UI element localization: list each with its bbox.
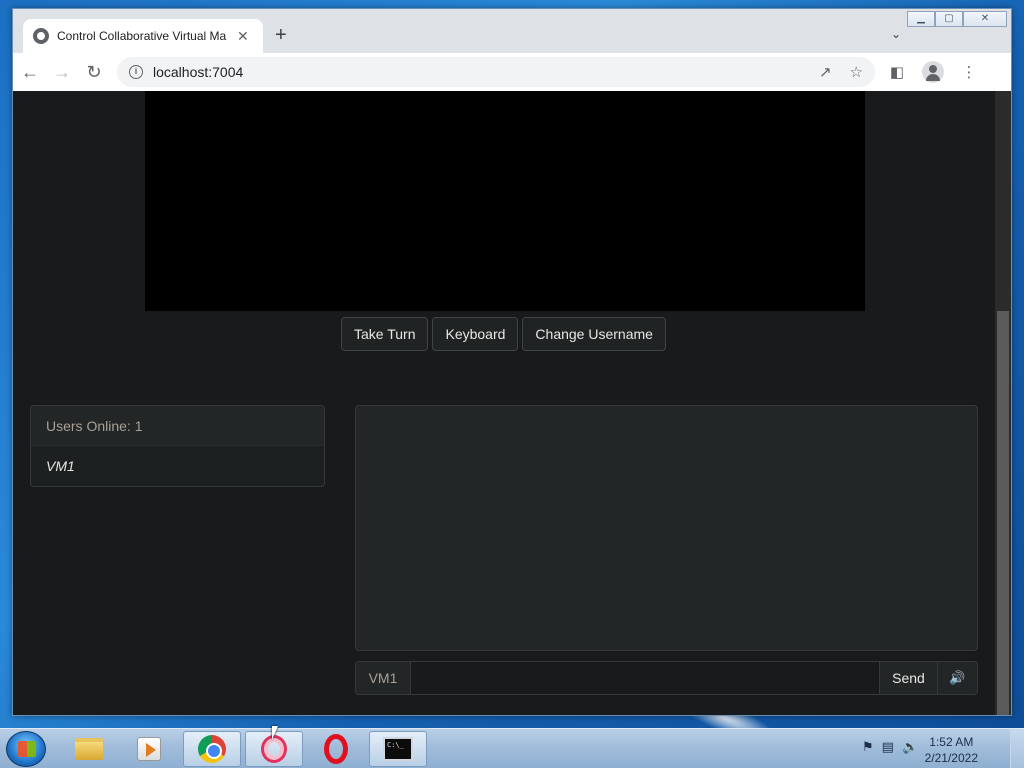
send-button[interactable]: Send [879,662,937,694]
network-icon[interactable]: ▤ [882,739,894,755]
share-icon[interactable]: ↗ [819,63,832,81]
minimize-button[interactable]: ▁ [907,11,935,27]
sidepanel-icon[interactable]: ◧ [883,58,911,86]
chat-input-row: VM1 Send 🔊 [355,661,978,695]
user-list-item[interactable]: VM1 [31,446,324,486]
tab-title: Control Collaborative Virtual Ma [57,29,227,43]
users-online-header: Users Online: 1 [31,406,324,446]
change-username-button[interactable]: Change Username [522,317,666,351]
action-center-icon[interactable]: ⚑ [862,739,874,755]
start-button[interactable] [6,731,46,767]
star-icon[interactable]: ☆ [850,63,863,81]
close-window-button[interactable]: ✕ [963,11,1007,27]
clock-date: 2/21/2022 [924,751,978,765]
chevron-down-icon[interactable]: ⌄ [891,27,901,41]
taskbar: ⚑ ▤ 🔈 1:52 AM 2/21/2022 [0,728,1024,768]
page-scrollbar[interactable] [995,91,1011,715]
new-tab-button[interactable]: + [275,25,287,45]
volume-icon[interactable]: 🔈 [902,739,918,755]
mouse-cursor [272,726,278,740]
globe-icon [33,28,49,44]
take-turn-button[interactable]: Take Turn [341,317,429,351]
scrollbar-thumb[interactable] [997,311,1009,715]
close-tab-icon[interactable]: ✕ [237,28,249,45]
explorer-taskbar-button[interactable] [60,731,118,767]
chat-input[interactable] [411,662,879,694]
clock[interactable]: 1:52 AM 2/21/2022 [925,734,978,766]
profile-icon[interactable] [919,58,947,86]
tab-active[interactable]: Control Collaborative Virtual Ma ✕ [23,19,263,53]
vm-control-buttons: Take Turn Keyboard Change Username [341,317,666,351]
forward-icon[interactable]: → [47,57,77,87]
cmd-taskbar-button[interactable] [369,731,427,767]
media-player-icon [137,737,161,761]
media-player-taskbar-button[interactable] [120,731,178,767]
folder-icon [75,738,103,760]
opera-icon [324,734,348,764]
chat-messages[interactable] [355,405,978,651]
restore-button[interactable]: ▢ [935,11,963,27]
back-icon[interactable]: ← [15,57,45,87]
system-tray: ⚑ ▤ 🔈 [862,739,918,755]
info-icon[interactable]: i [129,65,143,79]
omnibox-actions: ↗ ☆ [819,63,863,81]
clock-time: 1:52 AM [929,735,974,749]
opera-taskbar-button[interactable] [307,731,365,767]
address-bar[interactable]: i localhost:7004 ↗ ☆ [117,57,875,87]
url-text[interactable]: localhost:7004 [153,64,243,80]
chrome-taskbar-button[interactable] [183,731,241,767]
browser-toolbar: ← → ↻ i localhost:7004 ↗ ☆ ◧ ⋮ [13,53,1011,91]
page-viewport: Take Turn Keyboard Change Username Users… [13,91,1011,715]
sound-icon[interactable]: 🔊 [937,662,977,694]
window-controls: ▁ ▢ ✕ [907,11,1007,27]
menu-icon[interactable]: ⋮ [955,58,983,86]
chat-username-label: VM1 [356,662,411,694]
reload-icon[interactable]: ↻ [79,57,109,87]
keyboard-button[interactable]: Keyboard [432,317,519,351]
command-prompt-icon [383,737,413,761]
show-desktop-button[interactable] [1010,729,1024,768]
users-online-panel: Users Online: 1 VM1 [30,405,325,487]
browser-window: Control Collaborative Virtual Ma ✕ + ⌄ ▁… [12,8,1012,716]
avatar [922,61,944,83]
vm-display[interactable] [145,91,865,311]
tab-strip: Control Collaborative Virtual Ma ✕ + ⌄ ▁… [13,9,1011,53]
chrome-icon [198,735,226,763]
